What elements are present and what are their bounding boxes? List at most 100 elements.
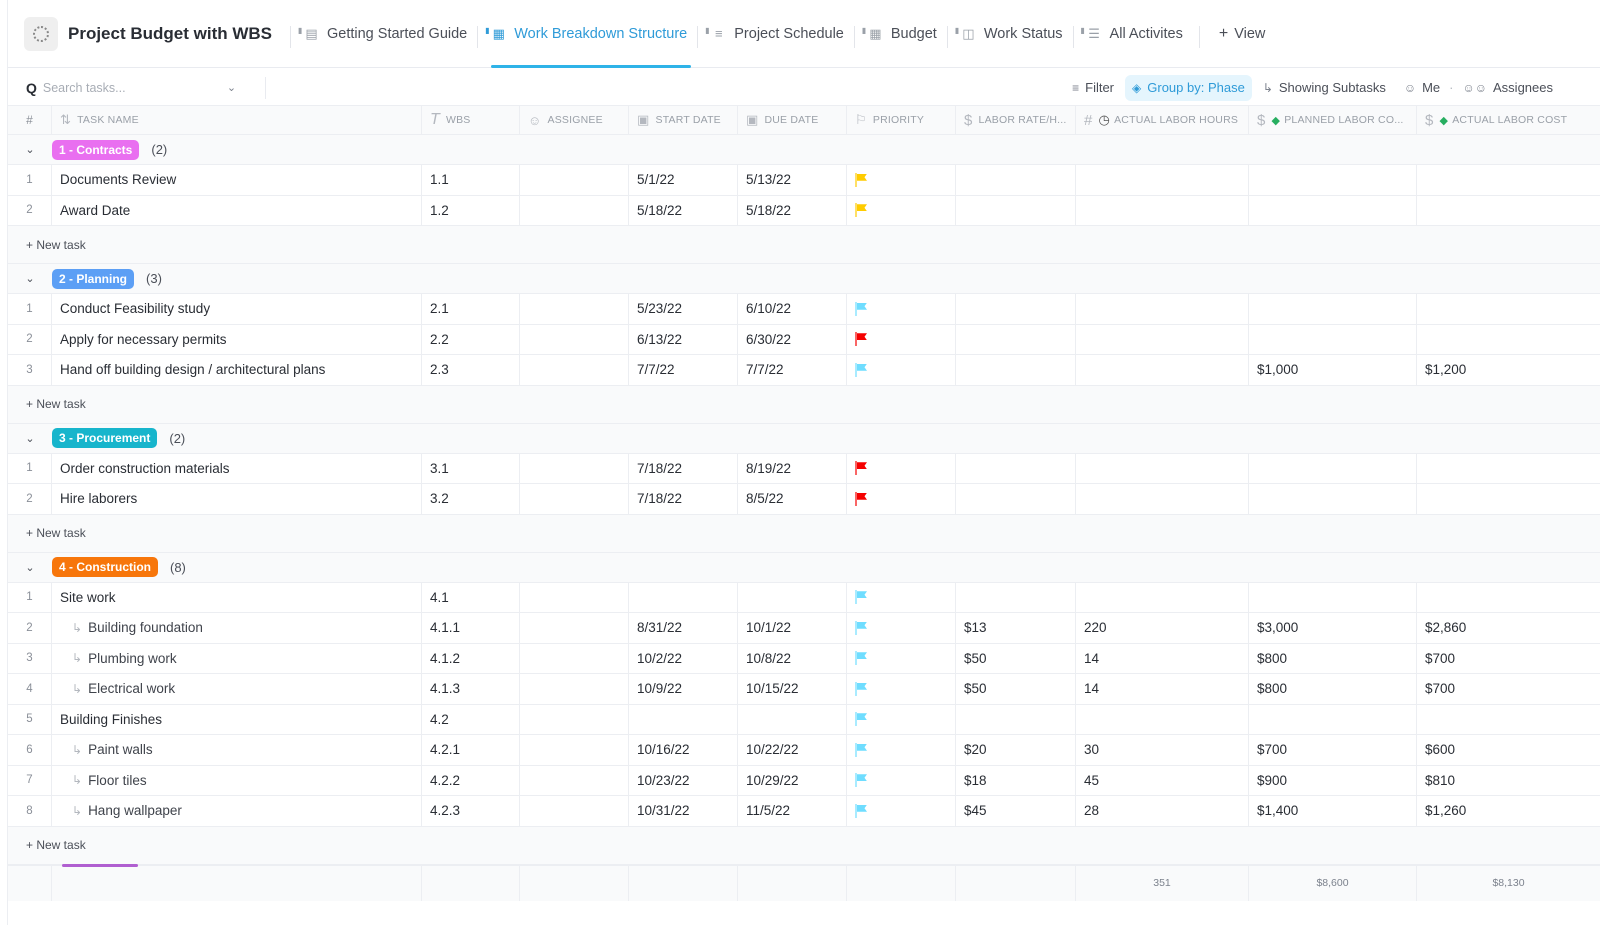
- priority-cell[interactable]: [847, 704, 956, 734]
- group-pill[interactable]: 1 - Contracts: [52, 139, 140, 160]
- actual-labor-cost-cell[interactable]: [1417, 454, 1600, 484]
- labor-rate-cell[interactable]: [956, 484, 1076, 514]
- due-date-cell[interactable]: 7/7/22: [738, 355, 847, 385]
- labor-rate-cell[interactable]: $13: [956, 613, 1076, 643]
- start-date-cell[interactable]: 7/7/22: [629, 355, 738, 385]
- priority-cell[interactable]: [847, 324, 956, 354]
- priority-cell[interactable]: [847, 355, 956, 385]
- wbs-cell[interactable]: 2.1: [422, 294, 520, 324]
- actual-labor-hours-cell[interactable]: [1076, 582, 1249, 612]
- group-pill[interactable]: 2 - Planning: [52, 268, 135, 289]
- column-header-task-name[interactable]: ⇅ Task Name: [52, 106, 422, 134]
- actual-labor-cost-cell[interactable]: [1417, 165, 1600, 195]
- chevron-down-icon[interactable]: ⌄: [22, 432, 38, 445]
- table-row[interactable]: 1 Conduct Feasibility study 2.1 5/23/22 6/10…: [8, 294, 1600, 325]
- planned-labor-cost-cell[interactable]: [1249, 704, 1417, 734]
- priority-cell[interactable]: [847, 674, 956, 704]
- planned-labor-cost-cell[interactable]: [1249, 582, 1417, 612]
- new-task-button[interactable]: + New task: [8, 514, 1600, 553]
- tab-project-schedule[interactable]: ▮ ≡ Project Schedule: [697, 0, 854, 68]
- task-name[interactable]: Electrical work: [88, 681, 175, 696]
- due-date-cell[interactable]: 8/19/22: [738, 453, 847, 483]
- planned-labor-cost-cell[interactable]: $700: [1249, 735, 1417, 765]
- task-name[interactable]: Award Date: [60, 203, 130, 218]
- wbs-cell[interactable]: 3.2: [422, 484, 520, 514]
- wbs-cell[interactable]: 4.1: [422, 582, 520, 612]
- wbs-cell[interactable]: 2.2: [422, 324, 520, 354]
- assignee-cell[interactable]: [520, 613, 629, 643]
- start-date-cell[interactable]: 10/9/22: [629, 674, 738, 704]
- priority-cell[interactable]: [847, 165, 956, 195]
- table-row[interactable]: 2 Hire laborers 3.2 7/18/22 8/5/22: [8, 484, 1600, 515]
- due-date-cell[interactable]: 6/10/22: [738, 294, 847, 324]
- table-row[interactable]: 2 Award Date 1.2 5/18/22 5/18/22: [8, 195, 1600, 226]
- task-name-cell[interactable]: Award Date: [52, 195, 422, 225]
- due-date-cell[interactable]: 5/13/22: [738, 165, 847, 195]
- table-row[interactable]: 3 Hand off building design / architectura…: [8, 355, 1600, 386]
- column-header-wbs[interactable]: T WBS: [422, 106, 520, 134]
- table-row[interactable]: 1 Documents Review 1.1 5/1/22 5/13/22: [8, 165, 1600, 196]
- actual-labor-hours-cell[interactable]: [1076, 453, 1249, 483]
- wbs-cell[interactable]: 4.1.2: [422, 643, 520, 673]
- task-name[interactable]: Order construction materials: [60, 461, 230, 476]
- planned-labor-cost-cell[interactable]: $1,000: [1249, 355, 1417, 385]
- tab-work-status[interactable]: ▮ ◫ Work Status: [946, 0, 1073, 68]
- start-date-cell[interactable]: 10/2/22: [629, 643, 738, 673]
- column-header-start-date[interactable]: ▣ Start Date: [629, 106, 738, 134]
- priority-cell[interactable]: [847, 195, 956, 225]
- column-header-priority[interactable]: ⚐ Priority: [847, 106, 956, 134]
- actual-labor-cost-cell[interactable]: [1417, 196, 1600, 226]
- table-row[interactable]: 2 Apply for necessary permits 2.2 6/13/22 6/…: [8, 324, 1600, 355]
- task-name[interactable]: Site work: [60, 590, 116, 605]
- due-date-cell[interactable]: 6/30/22: [738, 324, 847, 354]
- tab-work-breakdown-structure[interactable]: ▮ ▦ Work Breakdown Structure: [477, 0, 697, 68]
- table-row[interactable]: 2 ↳ Building foundation 4.1.1 8/31/22 10/1/22…: [8, 613, 1600, 644]
- column-header-due-date[interactable]: ▣ Due Date: [738, 106, 847, 134]
- due-date-cell[interactable]: 10/22/22: [738, 735, 847, 765]
- actual-labor-cost-cell[interactable]: $810: [1417, 766, 1600, 796]
- chevron-down-icon[interactable]: ⌄: [22, 143, 38, 156]
- start-date-cell[interactable]: 8/31/22: [629, 613, 738, 643]
- assignee-cell[interactable]: [520, 735, 629, 765]
- task-name[interactable]: Hand off building design / architectural…: [60, 362, 325, 377]
- task-name[interactable]: Floor tiles: [88, 773, 147, 788]
- wbs-cell[interactable]: 4.2.1: [422, 735, 520, 765]
- group-pill[interactable]: 4 - Construction: [52, 557, 158, 577]
- start-date-cell[interactable]: 10/23/22: [629, 765, 738, 795]
- column-header-actual-labor-cost[interactable]: $ ◆ Actual Labor Cost: [1417, 106, 1600, 134]
- due-date-cell[interactable]: 8/5/22: [738, 484, 847, 514]
- task-name-cell[interactable]: ↳ Paint walls: [52, 735, 422, 765]
- planned-labor-cost-cell[interactable]: $900: [1249, 765, 1417, 795]
- wbs-cell[interactable]: 4.2.2: [422, 765, 520, 795]
- next-group-pill-edge[interactable]: [62, 863, 138, 867]
- actual-labor-cost-cell[interactable]: [1417, 705, 1600, 735]
- labor-rate-cell[interactable]: $50: [956, 674, 1076, 704]
- priority-cell[interactable]: [847, 453, 956, 483]
- priority-cell[interactable]: [847, 613, 956, 643]
- start-date-cell[interactable]: 5/18/22: [629, 195, 738, 225]
- labor-rate-cell[interactable]: [956, 582, 1076, 612]
- wbs-cell[interactable]: 4.1.3: [422, 674, 520, 704]
- labor-rate-cell[interactable]: [956, 355, 1076, 385]
- planned-labor-cost-cell[interactable]: [1249, 484, 1417, 514]
- table-row[interactable]: 8 ↳ Hang wallpaper 4.2.3 10/31/22 11/5/22 $45 2…: [8, 796, 1600, 827]
- assignee-cell[interactable]: [520, 643, 629, 673]
- actual-labor-hours-cell[interactable]: 28: [1076, 796, 1249, 826]
- priority-cell[interactable]: [847, 643, 956, 673]
- task-name[interactable]: Conduct Feasibility study: [60, 301, 210, 316]
- priority-cell[interactable]: [847, 735, 956, 765]
- actual-labor-cost-cell[interactable]: [1417, 484, 1600, 514]
- wbs-cell[interactable]: 4.2.3: [422, 796, 520, 826]
- assignee-cell[interactable]: [520, 453, 629, 483]
- planned-labor-cost-cell[interactable]: $800: [1249, 643, 1417, 673]
- actual-labor-hours-cell[interactable]: 220: [1076, 613, 1249, 643]
- task-name-cell[interactable]: Site work: [52, 582, 422, 612]
- labor-rate-cell[interactable]: [956, 704, 1076, 734]
- chevron-down-icon[interactable]: ⌄: [22, 561, 38, 574]
- task-name-cell[interactable]: Order construction materials: [52, 453, 422, 483]
- due-date-cell[interactable]: 10/29/22: [738, 765, 847, 795]
- task-name[interactable]: Apply for necessary permits: [60, 332, 227, 347]
- tab-all-activites[interactable]: ▮ ☰ All Activites: [1072, 0, 1193, 68]
- task-name-cell[interactable]: Building Finishes: [52, 704, 422, 734]
- assignee-cell[interactable]: [520, 165, 629, 195]
